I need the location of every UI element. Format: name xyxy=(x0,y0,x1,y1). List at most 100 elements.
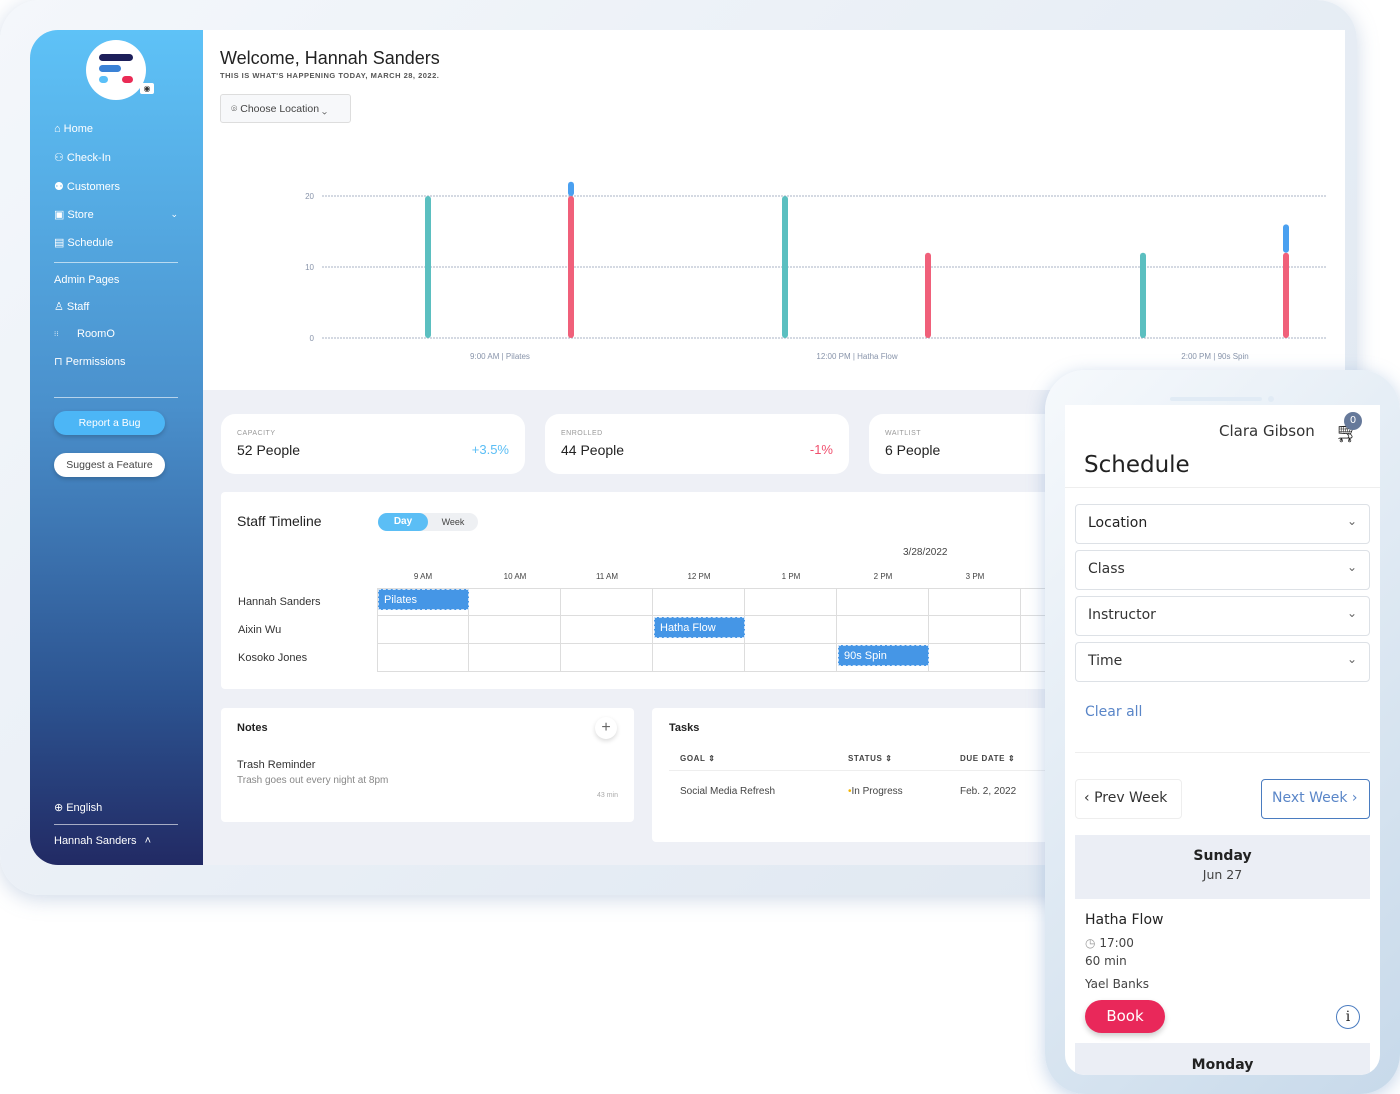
user-name[interactable]: Clara Gibson xyxy=(1219,422,1315,440)
lock-icon: ⊓ xyxy=(54,356,63,368)
timeline-cell[interactable] xyxy=(745,616,837,644)
timeline-cell[interactable] xyxy=(561,644,653,672)
hour-label: 3 PM xyxy=(965,572,985,581)
instructor-select[interactable]: Instructor ⌄ xyxy=(1075,596,1370,636)
enrolled-bar xyxy=(925,252,931,338)
enrolled-card: ENROLLED 44 People -1% xyxy=(545,414,849,474)
timeline-cell[interactable] xyxy=(377,644,469,672)
timeline-cell[interactable] xyxy=(929,644,1021,672)
hour-label: 10 AM xyxy=(503,572,527,581)
timeline-cell[interactable] xyxy=(469,588,561,616)
location-select[interactable]: Location ⌄ xyxy=(1075,504,1370,544)
language-selector[interactable]: ⊕ English xyxy=(54,801,102,815)
divider xyxy=(54,824,178,825)
divider xyxy=(1075,752,1370,753)
sidebar-item-permissions[interactable]: ⊓ Permissions xyxy=(54,355,126,369)
x-tick-label: 12:00 PM | Hatha Flow xyxy=(816,352,897,361)
timeline-cell[interactable] xyxy=(653,588,745,616)
staff-name: Aixin Wu xyxy=(238,624,282,636)
phone-frame: Clara Gibson 🛒︎ 0 Schedule Location ⌄ Cla… xyxy=(1045,370,1400,1094)
staff-name: Kosoko Jones xyxy=(238,652,308,664)
timeline-cell[interactable] xyxy=(745,588,837,616)
divider xyxy=(1065,487,1380,488)
goal-column-header[interactable]: GOAL ⇕ xyxy=(680,754,716,763)
sidebar-item-check-in[interactable]: ⚇ Check-In xyxy=(54,151,111,165)
overview-chart-section: Welcome, Hannah Sanders THIS IS WHAT'S H… xyxy=(203,30,1345,390)
timeline-event[interactable]: 90s Spin xyxy=(838,645,929,666)
chevron-down-icon: ⌄ xyxy=(1346,652,1357,666)
timeline-cell[interactable] xyxy=(837,616,929,644)
timeline-cell[interactable] xyxy=(929,588,1021,616)
class-time: ◷ 17:00 xyxy=(1085,936,1134,950)
phone-speaker xyxy=(1170,397,1262,401)
chevron-up-icon: ˄ xyxy=(144,835,151,847)
report-bug-button[interactable]: Report a Bug xyxy=(54,411,165,435)
day-header-monday: Monday xyxy=(1075,1043,1370,1075)
clear-all-link[interactable]: Clear all xyxy=(1085,704,1142,720)
capacity-bar xyxy=(1140,252,1146,338)
user-icon: ♙ xyxy=(54,301,64,313)
timeline-cell[interactable] xyxy=(469,616,561,644)
timeline-cell[interactable] xyxy=(837,588,929,616)
hour-label: 2 PM xyxy=(873,572,893,581)
sidebar-item-store[interactable]: ▣ Store ⌄ xyxy=(54,208,178,222)
chevron-down-icon: ⌄ xyxy=(1346,606,1357,620)
next-week-button[interactable]: Next Week › xyxy=(1261,779,1370,819)
y-tick-label: 0 xyxy=(310,334,315,343)
timeline-cell[interactable] xyxy=(561,616,653,644)
class-select[interactable]: Class ⌄ xyxy=(1075,550,1370,590)
sidebar-item-schedule[interactable]: ▤ Schedule xyxy=(54,236,113,250)
timeline-cell[interactable] xyxy=(469,644,561,672)
waitlist-bar xyxy=(1283,224,1289,253)
add-note-button[interactable]: + xyxy=(595,717,617,739)
camera-icon[interactable]: ◉ xyxy=(140,83,154,94)
status-column-header[interactable]: STATUS ⇕ xyxy=(848,754,893,763)
timeline-cell[interactable] xyxy=(653,644,745,672)
y-tick-label: 20 xyxy=(305,192,314,201)
prev-week-button[interactable]: ‹ Prev Week xyxy=(1075,779,1182,819)
sidebar-item-customers[interactable]: ⚉ Customers xyxy=(54,180,120,194)
chevron-left-icon: ‹ xyxy=(1084,790,1090,806)
divider xyxy=(54,397,178,398)
hour-label: 12 PM xyxy=(687,572,711,581)
sidebar-item-staff[interactable]: ♙ Staff xyxy=(54,300,89,314)
stat-value: 6 People xyxy=(885,442,941,458)
sort-icon: ⇕ xyxy=(885,754,893,763)
sidebar-item-home[interactable]: ⌂ Home xyxy=(54,123,93,135)
class-name: Hatha Flow xyxy=(1085,912,1164,928)
phone-camera xyxy=(1268,396,1274,402)
capacity-bar xyxy=(782,196,788,338)
due-date-column-header[interactable]: DUE DATE ⇕ xyxy=(960,754,1015,763)
chevron-down-icon: ⌄ xyxy=(1346,560,1357,574)
notes-card: Notes + Trash Reminder Trash goes out ev… xyxy=(221,708,634,822)
hour-label: 11 AM xyxy=(595,572,619,581)
clock-icon: ◷ xyxy=(1085,936,1096,950)
suggest-feature-button[interactable]: Suggest a Feature xyxy=(54,453,165,477)
chevron-down-icon: ⌄ xyxy=(170,209,178,219)
waitlist-bar xyxy=(568,181,574,196)
timeline-event[interactable]: Pilates xyxy=(378,589,469,610)
cart-count-badge: 0 xyxy=(1344,412,1362,430)
grid-icon: ⁝⁝ xyxy=(54,331,59,338)
user-check-icon: ⚇ xyxy=(54,152,64,164)
divider xyxy=(54,262,178,263)
sort-icon: ⇕ xyxy=(708,754,716,763)
stat-change: +3.5% xyxy=(471,442,509,457)
stat-label: CAPACITY xyxy=(237,430,276,437)
timeline-event[interactable]: Hatha Flow xyxy=(654,617,745,638)
sidebar-item-roomo[interactable]: ⁝⁝ RoomO xyxy=(54,328,115,340)
timeline-cell[interactable] xyxy=(929,616,1021,644)
user-menu[interactable]: Hannah Sanders ˄ xyxy=(54,835,151,847)
timeline-cell[interactable] xyxy=(561,588,653,616)
time-select[interactable]: Time ⌄ xyxy=(1075,642,1370,682)
chevron-down-icon: ⌄ xyxy=(1346,514,1357,528)
phone-screen: Clara Gibson 🛒︎ 0 Schedule Location ⌄ Cla… xyxy=(1065,405,1380,1075)
users-icon: ⚉ xyxy=(54,181,64,193)
stat-value: 44 People xyxy=(561,442,625,458)
timeline-cell[interactable] xyxy=(377,616,469,644)
timeline-cell[interactable] xyxy=(745,644,837,672)
info-icon[interactable]: i xyxy=(1336,1005,1360,1029)
stat-change: -1% xyxy=(809,442,833,457)
book-button[interactable]: Book xyxy=(1085,1000,1165,1033)
plus-icon: + xyxy=(601,719,611,736)
